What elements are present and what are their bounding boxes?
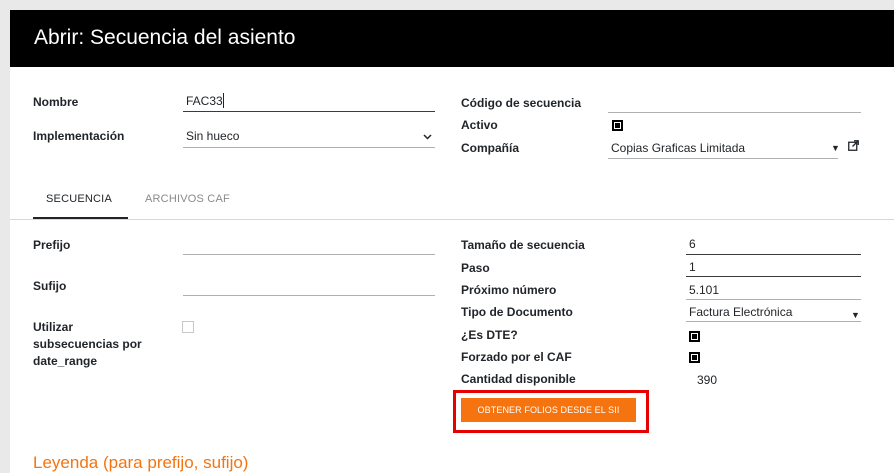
nombre-input[interactable]: FAC33: [186, 94, 223, 108]
proximo-numero-input[interactable]: 5.101: [689, 283, 719, 297]
paso-underline: [686, 276, 861, 277]
compania-select[interactable]: Copias Graficas Limitada: [611, 141, 745, 155]
implementacion-chevron-down-icon[interactable]: [423, 134, 432, 140]
codigo-secuencia-underline: [608, 112, 861, 113]
es-dte-checkbox[interactable]: [689, 331, 700, 342]
sufijo-label: Sufijo: [33, 279, 67, 293]
tipo-documento-label: Tipo de Documento: [461, 305, 573, 319]
nombre-input-underline: [183, 111, 435, 112]
utilizar-label-line2: subsecuencias por: [33, 337, 142, 351]
codigo-secuencia-label: Código de secuencia: [461, 96, 582, 110]
activo-checkbox[interactable]: [612, 120, 623, 131]
implementacion-label: Implementación: [33, 129, 125, 143]
text-cursor: [223, 93, 224, 108]
cantidad-disponible-label: Cantidad disponible: [461, 372, 576, 386]
forzado-caf-label: Forzado por el CAF: [461, 350, 572, 364]
prefijo-label: Prefijo: [33, 238, 71, 252]
external-link-icon[interactable]: [848, 140, 859, 151]
tamano-secuencia-input[interactable]: 6: [689, 237, 696, 251]
window-frame-left: [0, 0, 10, 473]
proximo-numero-underline: [686, 299, 861, 300]
paso-input[interactable]: 1: [689, 260, 696, 274]
dialog-header: Abrir: Secuencia del asiento: [10, 10, 894, 67]
nombre-label: Nombre: [33, 95, 79, 109]
tipo-documento-caret-down-icon[interactable]: ▼: [851, 310, 860, 320]
tab-secuencia[interactable]: SECUENCIA: [46, 193, 112, 205]
tabs-border: [10, 219, 894, 220]
legend-title: Leyenda (para prefijo, sufijo): [33, 453, 249, 472]
tab-archivos-caf[interactable]: ARCHIVOS CAF: [145, 193, 230, 205]
window-frame-top: [0, 0, 894, 10]
prefijo-underline: [183, 254, 435, 255]
sufijo-underline: [183, 295, 435, 296]
compania-underline: [608, 158, 838, 159]
implementacion-select[interactable]: Sin hueco: [186, 129, 239, 143]
cantidad-disponible-value: 390: [697, 373, 718, 387]
obtener-folios-button[interactable]: OBTENER FOLIOS DESDE EL SII: [461, 398, 636, 422]
paso-label: Paso: [461, 261, 490, 275]
utilizar-label-line3: date_range: [33, 354, 98, 368]
compania-caret-down-icon[interactable]: ▼: [831, 143, 840, 153]
compania-label: Compañía: [461, 141, 520, 155]
tipo-documento-select[interactable]: Factura Electrónica: [689, 305, 792, 319]
activo-label: Activo: [461, 118, 498, 132]
implementacion-underline: [183, 147, 435, 148]
proximo-numero-label: Próximo número: [461, 283, 557, 297]
utilizar-subsecuencias-checkbox[interactable]: [182, 321, 194, 333]
tamano-secuencia-underline: [686, 254, 861, 255]
es-dte-label: ¿Es DTE?: [461, 328, 518, 342]
utilizar-label-line1: Utilizar: [33, 320, 74, 334]
dialog-title: Abrir: Secuencia del asiento: [34, 26, 296, 49]
tamano-secuencia-label: Tamaño de secuencia: [461, 238, 585, 252]
tipo-documento-underline: [686, 321, 861, 322]
forzado-caf-checkbox[interactable]: [689, 352, 700, 363]
